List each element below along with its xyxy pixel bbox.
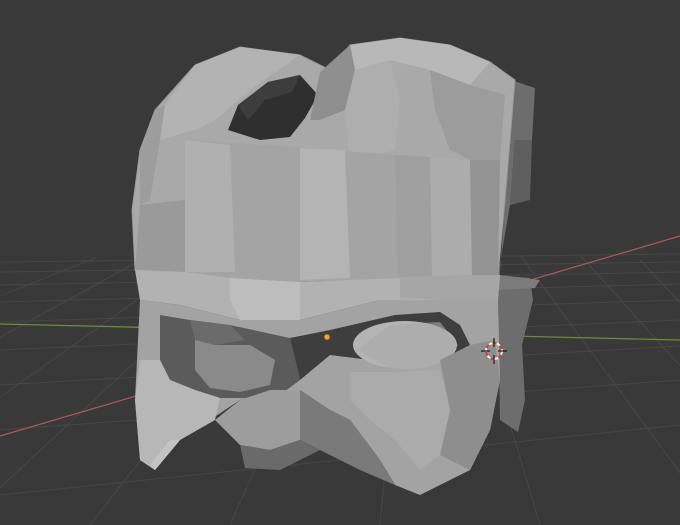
3d-viewport[interactable] xyxy=(0,0,680,525)
viewport-canvas[interactable] xyxy=(0,0,680,525)
origin-dot-icon xyxy=(323,333,331,341)
helmet-mesh[interactable] xyxy=(131,37,540,495)
